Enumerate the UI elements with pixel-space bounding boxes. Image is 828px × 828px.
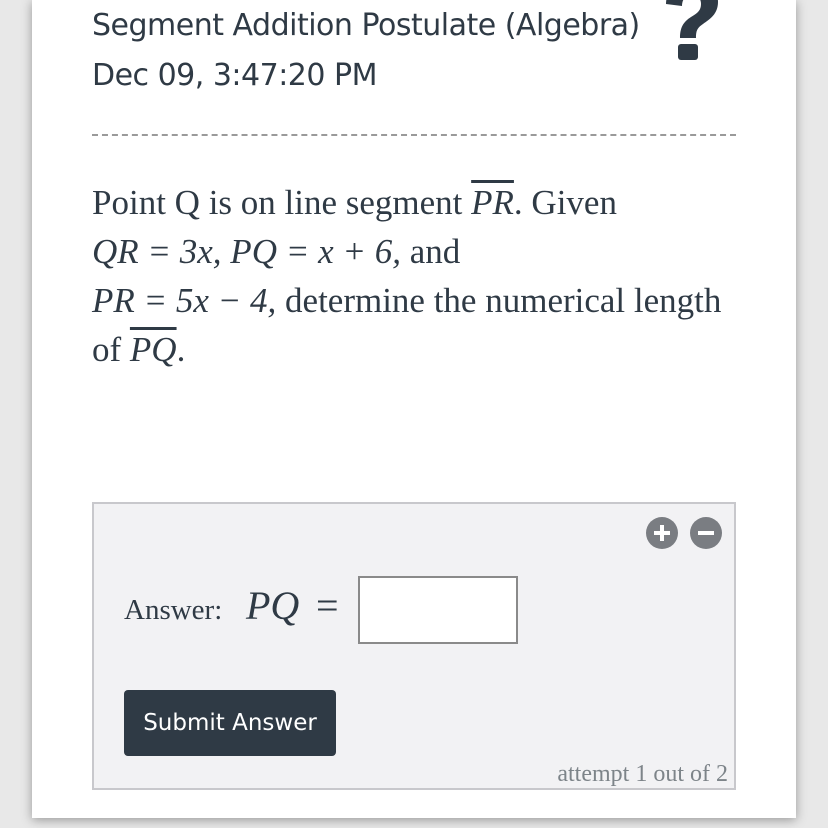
minus-circle-icon[interactable] <box>690 517 722 549</box>
answer-label: Answer: <box>124 594 223 626</box>
math-expression: PR = 5x − 4, <box>92 281 277 320</box>
timestamp: Dec 09, 3:47:20 PM <box>92 58 378 93</box>
topic-title: Segment Addition Postulate (Algebra) <box>92 8 640 43</box>
question-part: . <box>176 330 186 369</box>
answer-panel: Answer: PQ = Submit Answer attempt 1 out… <box>92 502 736 790</box>
question-text: Point Q is on line segment PR. Given QR … <box>92 178 742 374</box>
attempt-counter: attempt 1 out of 2 <box>557 761 728 787</box>
question-part: . Given <box>513 183 617 222</box>
segment-pr: PR <box>471 183 514 222</box>
equals-sign: = <box>316 583 339 628</box>
plus-circle-icon[interactable] <box>646 517 678 549</box>
question-part: Point Q is on line segment <box>92 183 472 222</box>
answer-input[interactable] <box>358 576 518 644</box>
segment-pq: PQ <box>129 330 177 369</box>
math-expression: QR = 3x, PQ = x + 6, <box>92 232 401 271</box>
answer-variable: PQ <box>246 583 300 628</box>
submit-answer-button[interactable]: Submit Answer <box>124 690 336 756</box>
question-mark-icon[interactable] <box>660 0 722 72</box>
question-card: Segment Addition Postulate (Algebra) Dec… <box>32 0 796 818</box>
question-part: and <box>400 232 461 271</box>
divider <box>92 134 736 136</box>
